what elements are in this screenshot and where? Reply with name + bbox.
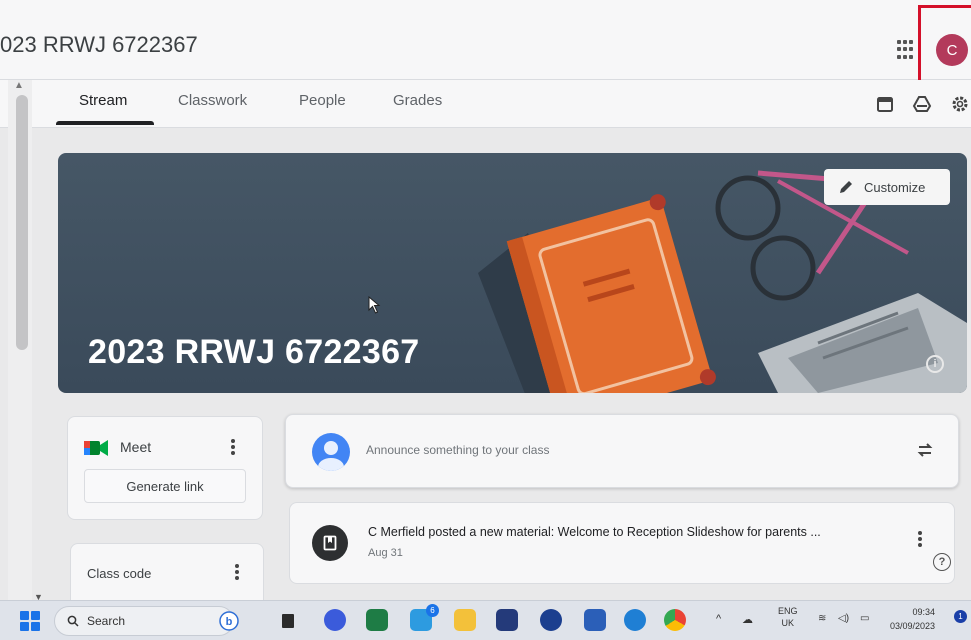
account-avatar[interactable]: C <box>936 34 968 66</box>
class-code-label: Class code <box>87 566 152 581</box>
stream-post[interactable]: C Merfield posted a new material: Welcom… <box>289 502 955 584</box>
class-code-more-icon[interactable] <box>235 564 239 580</box>
keyboard-layout: UK <box>781 618 795 628</box>
post-title[interactable]: C Merfield posted a new material: Welcom… <box>368 525 821 539</box>
user-avatar <box>312 433 350 471</box>
bing-icon[interactable]: b <box>219 611 239 631</box>
help-icon[interactable]: ? <box>933 553 951 571</box>
meet-card: Meet Generate link <box>67 416 263 520</box>
class-title[interactable]: 023 RRWJ 6722367 <box>0 32 198 58</box>
material-icon <box>312 525 348 561</box>
repost-icon[interactable] <box>916 441 934 459</box>
language-indicator[interactable]: ENG UK <box>778 605 798 629</box>
announce-card[interactable]: Announce something to your class <box>285 414 959 488</box>
meet-label: Meet <box>120 439 152 455</box>
tab-people[interactable]: People <box>299 92 346 109</box>
notification-badge[interactable]: 1 <box>954 610 967 623</box>
tab-classwork[interactable]: Classwork <box>178 92 247 109</box>
person-icon <box>318 441 344 471</box>
banner-class-title: 2023 RRWJ 6722367 <box>88 333 420 371</box>
pencil-icon <box>840 181 852 193</box>
calendar-icon[interactable] <box>875 94 895 114</box>
clock-time: 09:34 <box>912 607 936 617</box>
mouse-cursor-icon <box>368 296 381 314</box>
word-icon[interactable] <box>584 609 606 631</box>
drive-icon[interactable] <box>912 94 932 114</box>
clock-date: 03/09/2023 <box>890 621 936 631</box>
active-tab-indicator <box>56 121 154 125</box>
onedrive-icon[interactable]: ☁ <box>742 613 753 626</box>
battery-icon[interactable]: ▭ <box>860 613 869 624</box>
task-view-icon[interactable] <box>282 614 294 628</box>
announce-input[interactable]: Announce something to your class <box>366 443 549 457</box>
tab-stream[interactable]: Stream <box>79 92 127 109</box>
search-label: Search <box>87 614 126 628</box>
customize-button[interactable]: Customize <box>824 169 950 205</box>
language-code: ENG <box>778 606 798 616</box>
scroll-thumb[interactable] <box>16 95 28 350</box>
tab-bar: Stream Classwork People Grades <box>0 80 971 128</box>
windows-start-icon[interactable] <box>20 611 40 631</box>
volume-icon[interactable]: ◁) <box>838 613 849 624</box>
taskbar-search[interactable]: Search b <box>54 606 239 636</box>
tab-grades[interactable]: Grades <box>393 92 442 109</box>
scroll-up-arrow-icon[interactable]: ▲ <box>14 80 24 91</box>
chrome-icon[interactable] <box>664 609 686 631</box>
file-explorer-icon[interactable] <box>454 609 476 631</box>
chat-icon[interactable] <box>324 609 346 631</box>
windows-taskbar: Search b 6 ^ ☁ ENG UK ≋ ◁) ▭ 09:34 03/09… <box>0 600 971 640</box>
generate-link-button[interactable]: Generate link <box>84 469 246 503</box>
outlook-badge: 6 <box>426 604 439 617</box>
wifi-icon[interactable]: ≋ <box>818 613 826 624</box>
post-more-icon[interactable] <box>918 531 922 547</box>
google-meet-icon <box>84 440 108 456</box>
store-icon[interactable] <box>496 609 518 631</box>
dell-icon[interactable] <box>540 609 562 631</box>
customize-label: Customize <box>864 179 926 195</box>
system-clock[interactable]: 09:34 03/09/2023 <box>890 605 935 633</box>
info-icon[interactable]: i <box>926 355 944 373</box>
class-banner: 2023 RRWJ 6722367 Customize i <box>58 153 967 393</box>
google-apps-icon[interactable] <box>897 40 917 60</box>
bookmark-icon <box>323 535 337 551</box>
settings-icon[interactable] <box>950 94 970 114</box>
search-icon <box>67 615 79 627</box>
tray-overflow-icon[interactable]: ^ <box>716 613 721 625</box>
app-header: 023 RRWJ 6722367 <box>0 0 971 80</box>
meet-more-icon[interactable] <box>231 439 235 455</box>
post-date: Aug 31 <box>368 547 403 559</box>
excel-icon[interactable] <box>366 609 388 631</box>
edge-icon[interactable] <box>624 609 646 631</box>
svg-text:b: b <box>226 616 233 628</box>
